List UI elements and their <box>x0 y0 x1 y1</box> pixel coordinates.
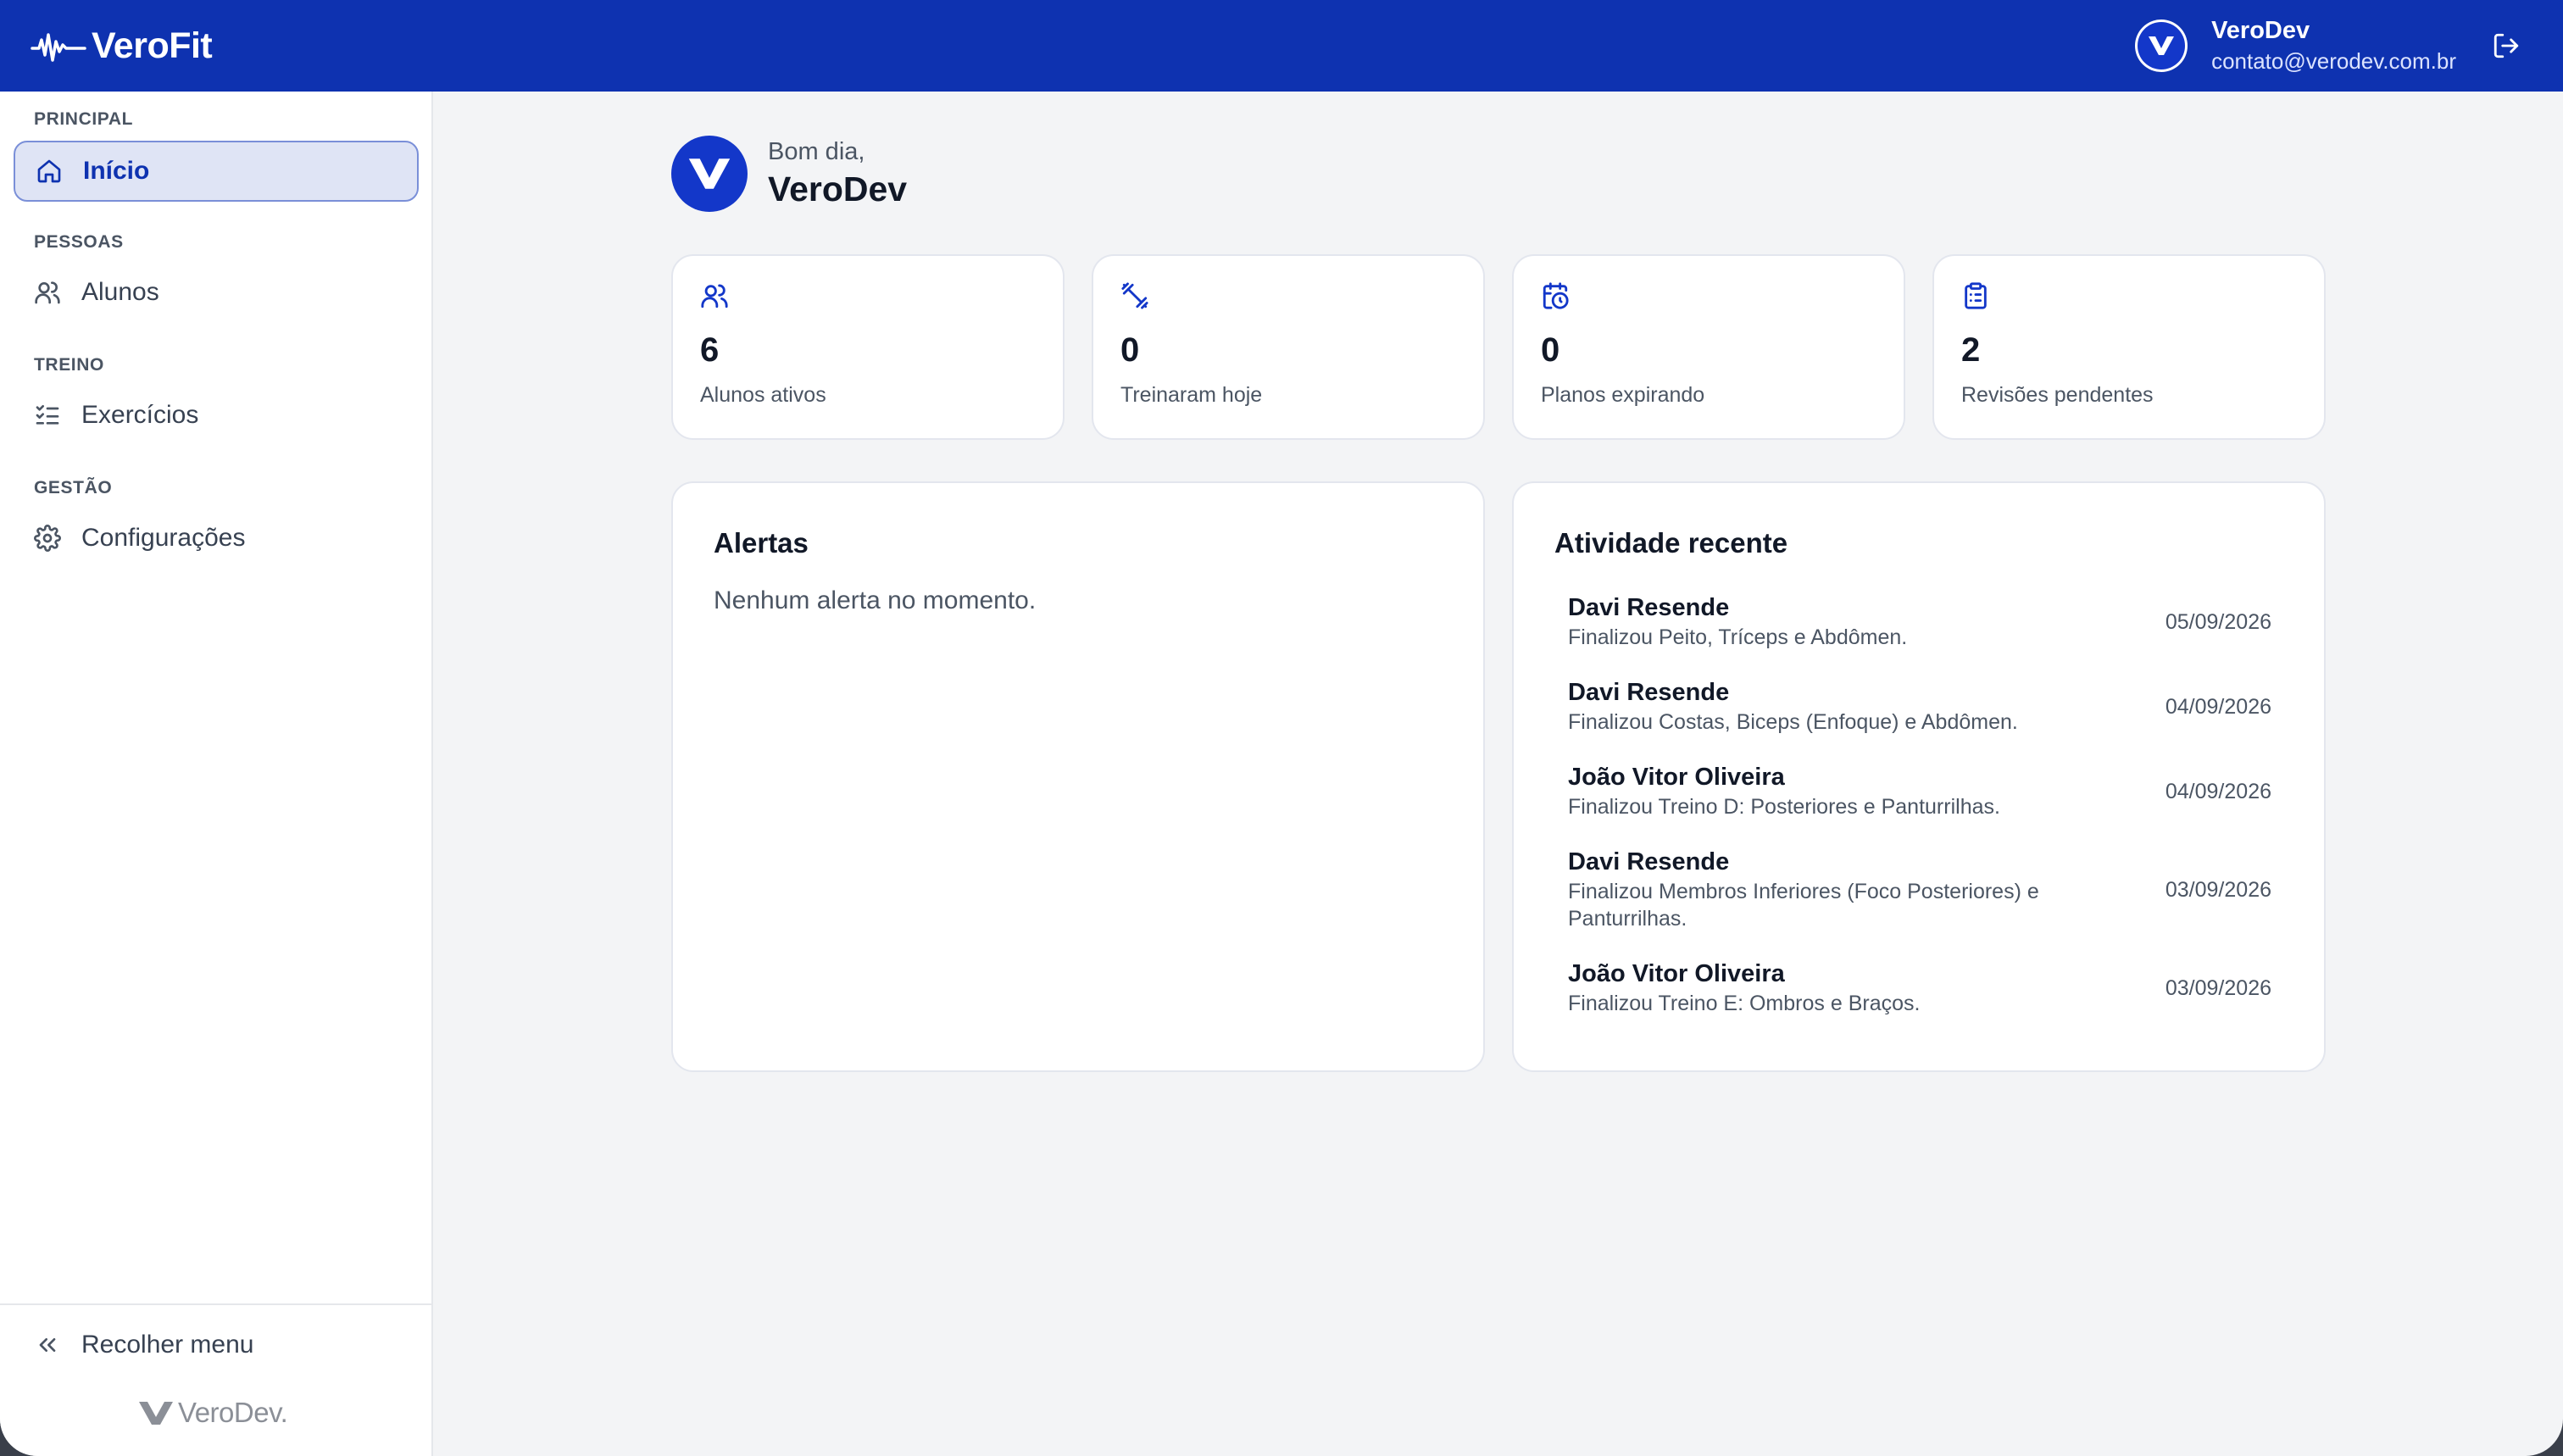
stat-value: 6 <box>700 331 720 369</box>
alerts-panel: Alertas Nenhum alerta no momento. <box>671 481 1485 1072</box>
greeting-name: VeroDev <box>768 169 908 208</box>
section-label-gestao: GESTÃO <box>34 478 113 497</box>
list-item[interactable]: Davi Resende Finalizou Costas, Biceps (E… <box>1568 676 2271 736</box>
chevrons-left-icon <box>39 1338 56 1352</box>
stat-card-revisoes-pendentes[interactable]: 2 Revisões pendentes <box>1932 254 2326 440</box>
alerts-title: Alertas <box>714 527 809 559</box>
stat-label: Revisões pendentes <box>1961 383 2154 407</box>
list-item[interactable]: Davi Resende Finalizou Peito, Tríceps e … <box>1568 592 2271 651</box>
stat-label: Alunos ativos <box>700 383 826 407</box>
activity-date: 04/09/2026 <box>2165 695 2271 719</box>
user-email: contato@verodev.com.br <box>2211 48 2456 74</box>
brand-logo[interactable]: VeroFit <box>31 25 213 67</box>
stat-label: Planos expirando <box>1541 383 1705 407</box>
list-item[interactable]: João Vitor Oliveira Finalizou Treino E: … <box>1568 958 2271 1017</box>
section-label-principal: PRINCIPAL <box>34 109 134 129</box>
sidebar-item-configuracoes[interactable]: Configurações <box>14 508 419 569</box>
users-icon <box>701 284 728 308</box>
clipboard-icon <box>1965 282 1987 309</box>
gear-icon <box>34 525 61 552</box>
activity-date: 05/09/2026 <box>2165 610 2271 634</box>
greeting: Bom dia, VeroDev <box>671 136 907 212</box>
sidebar: PRINCIPAL Início PESSOAS Alunos TREINO E… <box>0 92 433 1456</box>
stat-card-treinaram-hoje[interactable]: 0 Treinaram hoje <box>1092 254 1485 440</box>
activity-date: 03/09/2026 <box>2165 878 2271 902</box>
checklist-icon <box>36 405 59 425</box>
verodev-footer-logo: VeroDev. <box>137 1397 288 1429</box>
list-item[interactable]: João Vitor Oliveira Finalizou Treino D: … <box>1568 761 2271 820</box>
sidebar-item-inicio[interactable]: Início <box>14 141 419 202</box>
collapse-menu-label: Recolher menu <box>81 1331 254 1359</box>
activity-student-name: Davi Resende <box>1568 848 1730 875</box>
activity-title: Atividade recente <box>1554 527 1788 559</box>
activity-date: 04/09/2026 <box>2165 780 2271 803</box>
avatar <box>671 136 748 212</box>
top-bar: VeroFit VeroDev contato@verodev.com.br <box>0 0 2563 92</box>
verodev-logo-icon <box>139 1402 173 1425</box>
stat-label: Treinaram hoje <box>1120 383 1263 407</box>
stat-value: 0 <box>1120 331 1140 369</box>
activity-description: Finalizou Peito, Tríceps e Abdômen. <box>1568 625 1908 649</box>
verodev-logo-icon <box>2149 36 2175 55</box>
sidebar-item-label: Início <box>83 157 150 185</box>
greeting-hello: Bom dia, <box>768 138 865 165</box>
sidebar-item-label: Exercícios <box>81 401 199 429</box>
home-icon <box>37 159 61 183</box>
calendar-clock-icon <box>1543 282 1569 309</box>
sidebar-item-label: Configurações <box>81 524 246 552</box>
stat-card-planos-expirando[interactable]: 0 Planos expirando <box>1512 254 1905 440</box>
sidebar-item-exercicios[interactable]: Exercícios <box>14 385 419 446</box>
app-window: VeroFit VeroDev contato@verodev.com.br P… <box>0 0 2563 1456</box>
logout-icon <box>2494 33 2519 58</box>
sidebar-item-alunos[interactable]: Alunos <box>14 262 419 323</box>
users-icon <box>35 281 60 304</box>
avatar[interactable] <box>2135 19 2188 72</box>
stat-value: 0 <box>1541 331 1560 369</box>
activity-description: Finalizou Membros Inferiores (Foco Poste… <box>1568 880 2039 931</box>
brand-name: VeroFit <box>92 25 213 66</box>
activity-description: Finalizou Costas, Biceps (Enfoque) e Abd… <box>1568 710 2018 734</box>
activity-description: Finalizou Treino D: Posteriores e Pantur… <box>1568 795 2000 819</box>
activity-date: 03/09/2026 <box>2165 976 2271 1000</box>
sidebar-item-label: Alunos <box>81 278 159 306</box>
section-label-pessoas: PESSOAS <box>34 232 124 252</box>
verodev-footer-text: VeroDev. <box>178 1397 288 1428</box>
section-label-treino: TREINO <box>34 355 104 375</box>
logout-button[interactable] <box>2492 31 2521 60</box>
activity-panel: Atividade recente Davi Resende Finalizou… <box>1512 481 2326 1072</box>
pulse-icon <box>31 33 86 62</box>
sidebar-footer: Recolher menu VeroDev. <box>0 1303 433 1456</box>
stat-card-alunos-ativos[interactable]: 6 Alunos ativos <box>671 254 1065 440</box>
dumbbell-icon <box>1121 282 1148 309</box>
stat-value: 2 <box>1961 331 1981 369</box>
activity-description: Finalizou Treino E: Ombros e Braços. <box>1568 992 1921 1015</box>
verodev-logo-icon <box>688 158 731 189</box>
collapse-menu-button[interactable]: Recolher menu <box>34 1331 253 1359</box>
user-name: VeroDev <box>2211 17 2310 44</box>
user-menu: VeroDev contato@verodev.com.br <box>2135 15 2532 76</box>
alerts-empty-message: Nenhum alerta no momento. <box>714 586 1037 614</box>
list-item[interactable]: Davi Resende Finalizou Membros Inferiore… <box>1568 846 2271 932</box>
